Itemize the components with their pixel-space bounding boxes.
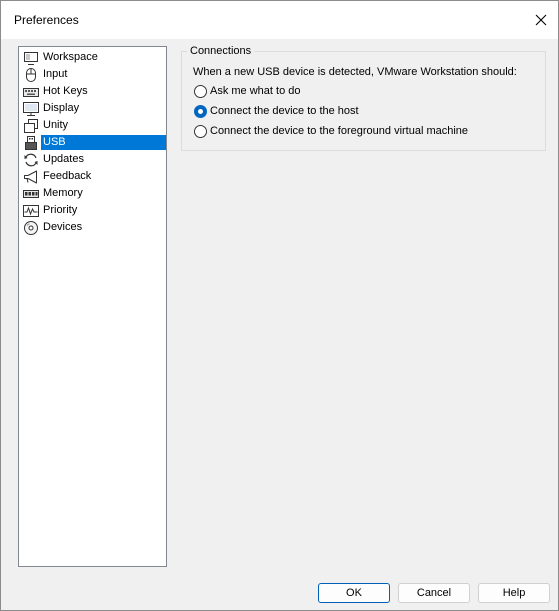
nav-item-hot-keys[interactable]: Hot Keys bbox=[23, 83, 90, 100]
radio-label: Connect the device to the host bbox=[210, 105, 359, 117]
radio-label: Connect the device to the foreground vir… bbox=[210, 125, 469, 137]
nav-item-label: Memory bbox=[43, 187, 83, 199]
nav-item-label: USB bbox=[41, 135, 166, 150]
help-button[interactable]: Help bbox=[478, 583, 550, 603]
workspace-icon bbox=[23, 50, 39, 66]
nav-item-label: Workspace bbox=[43, 51, 98, 63]
radio-ask-me[interactable]: Ask me what to do bbox=[194, 83, 301, 99]
cancel-button[interactable]: Cancel bbox=[398, 583, 470, 603]
megaphone-icon bbox=[23, 169, 39, 185]
nav-item-memory[interactable]: Memory bbox=[23, 185, 85, 202]
usb-icon bbox=[23, 135, 39, 151]
radio-connect-to-vm[interactable]: Connect the device to the foreground vir… bbox=[194, 123, 468, 139]
memory-icon bbox=[23, 186, 39, 202]
mouse-icon bbox=[23, 67, 39, 83]
nav-item-devices[interactable]: Devices bbox=[23, 219, 84, 236]
nav-item-workspace[interactable]: Workspace bbox=[23, 49, 100, 66]
unity-icon bbox=[23, 118, 39, 134]
nav-item-label: Priority bbox=[43, 204, 78, 216]
nav-item-label: Feedback bbox=[43, 170, 92, 182]
connections-group: Connections When a new USB device is det… bbox=[181, 45, 546, 151]
radio-label: Ask me what to do bbox=[210, 85, 301, 97]
radio-circle[interactable] bbox=[194, 124, 207, 138]
window-title: Preferences bbox=[14, 13, 79, 27]
connections-description: When a new USB device is detected, VMwar… bbox=[193, 66, 517, 78]
connections-group-title: Connections bbox=[187, 45, 255, 58]
radio-circle[interactable] bbox=[194, 84, 207, 98]
keyboard-icon bbox=[23, 84, 39, 100]
title-bar: Preferences bbox=[1, 1, 558, 39]
nav-item-updates[interactable]: Updates bbox=[23, 151, 86, 168]
nav-item-priority[interactable]: Priority bbox=[23, 202, 79, 219]
nav-item-label: Input bbox=[43, 68, 68, 80]
disc-icon bbox=[23, 220, 39, 236]
radio-circle[interactable] bbox=[194, 104, 207, 118]
nav-item-display[interactable]: Display bbox=[23, 100, 81, 117]
nav-item-label: Display bbox=[43, 102, 80, 114]
priority-icon bbox=[23, 203, 39, 219]
nav-item-label: Devices bbox=[43, 221, 83, 233]
close-button[interactable] bbox=[524, 1, 558, 39]
ok-button[interactable]: OK bbox=[318, 583, 390, 603]
preferences-dialog: Preferences Workspace Input Hot Keys Dis… bbox=[0, 0, 559, 611]
preferences-nav-list[interactable]: Workspace Input Hot Keys Display Unity U… bbox=[18, 46, 167, 567]
close-icon bbox=[535, 14, 547, 26]
nav-item-usb[interactable]: USB bbox=[23, 134, 166, 151]
nav-item-input[interactable]: Input bbox=[23, 66, 69, 83]
refresh-icon bbox=[23, 152, 39, 168]
nav-item-label: Updates bbox=[43, 153, 84, 165]
nav-item-feedback[interactable]: Feedback bbox=[23, 168, 93, 185]
radio-connect-to-host[interactable]: Connect the device to the host bbox=[194, 103, 359, 119]
nav-item-unity[interactable]: Unity bbox=[23, 117, 70, 134]
nav-item-label: Hot Keys bbox=[43, 85, 88, 97]
monitor-icon bbox=[23, 101, 39, 117]
nav-item-label: Unity bbox=[43, 119, 69, 131]
